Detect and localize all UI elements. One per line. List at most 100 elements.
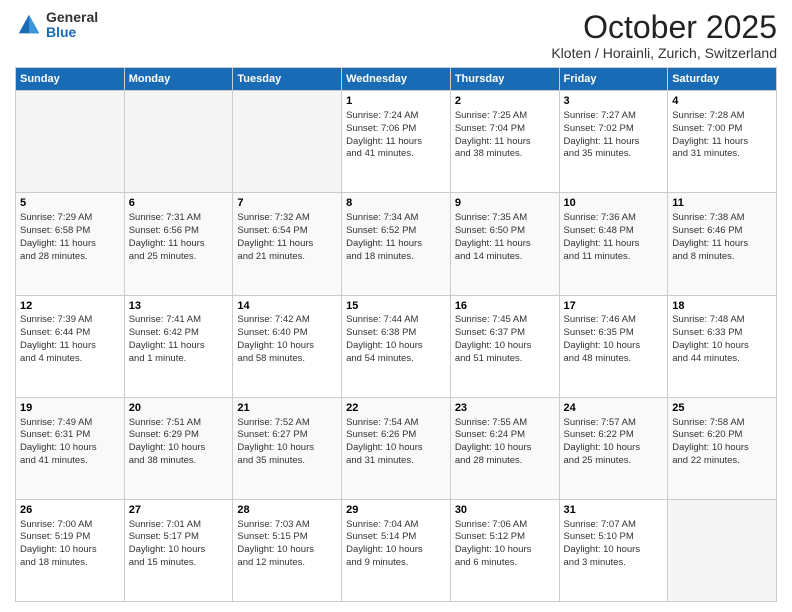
logo-text: General Blue [46,10,98,41]
day-info: Sunrise: 7:58 AM Sunset: 6:20 PM Dayligh… [672,417,772,468]
day-number: 11 [672,196,772,211]
calendar-cell: 16Sunrise: 7:45 AM Sunset: 6:37 PM Dayli… [450,295,559,397]
day-info: Sunrise: 7:51 AM Sunset: 6:29 PM Dayligh… [129,417,229,468]
calendar-cell: 10Sunrise: 7:36 AM Sunset: 6:48 PM Dayli… [559,193,668,295]
day-number: 4 [672,94,772,109]
weekday-header-row: SundayMondayTuesdayWednesdayThursdayFrid… [16,68,777,91]
calendar-cell: 11Sunrise: 7:38 AM Sunset: 6:46 PM Dayli… [668,193,777,295]
day-number: 15 [346,299,446,314]
calendar-cell: 6Sunrise: 7:31 AM Sunset: 6:56 PM Daylig… [124,193,233,295]
day-number: 7 [237,196,337,211]
location: Kloten / Horainli, Zurich, Switzerland [551,45,777,61]
day-number: 13 [129,299,229,314]
logo-blue-text: Blue [46,25,98,40]
calendar-cell: 22Sunrise: 7:54 AM Sunset: 6:26 PM Dayli… [342,397,451,499]
day-number: 21 [237,401,337,416]
day-number: 29 [346,503,446,518]
day-info: Sunrise: 7:39 AM Sunset: 6:44 PM Dayligh… [20,314,120,365]
day-number: 24 [564,401,664,416]
day-info: Sunrise: 7:46 AM Sunset: 6:35 PM Dayligh… [564,314,664,365]
calendar-cell: 29Sunrise: 7:04 AM Sunset: 5:14 PM Dayli… [342,499,451,601]
calendar-cell: 15Sunrise: 7:44 AM Sunset: 6:38 PM Dayli… [342,295,451,397]
day-number: 1 [346,94,446,109]
day-info: Sunrise: 7:31 AM Sunset: 6:56 PM Dayligh… [129,212,229,263]
day-info: Sunrise: 7:57 AM Sunset: 6:22 PM Dayligh… [564,417,664,468]
weekday-header-monday: Monday [124,68,233,91]
calendar-cell: 20Sunrise: 7:51 AM Sunset: 6:29 PM Dayli… [124,397,233,499]
day-info: Sunrise: 7:48 AM Sunset: 6:33 PM Dayligh… [672,314,772,365]
calendar-cell: 26Sunrise: 7:00 AM Sunset: 5:19 PM Dayli… [16,499,125,601]
day-info: Sunrise: 7:52 AM Sunset: 6:27 PM Dayligh… [237,417,337,468]
day-info: Sunrise: 7:55 AM Sunset: 6:24 PM Dayligh… [455,417,555,468]
day-info: Sunrise: 7:36 AM Sunset: 6:48 PM Dayligh… [564,212,664,263]
calendar-cell: 21Sunrise: 7:52 AM Sunset: 6:27 PM Dayli… [233,397,342,499]
logo: General Blue [15,10,98,41]
page: General Blue October 2025 Kloten / Horai… [0,0,792,612]
weekday-header-sunday: Sunday [16,68,125,91]
day-info: Sunrise: 7:34 AM Sunset: 6:52 PM Dayligh… [346,212,446,263]
day-number: 5 [20,196,120,211]
calendar-cell: 14Sunrise: 7:42 AM Sunset: 6:40 PM Dayli… [233,295,342,397]
day-number: 14 [237,299,337,314]
day-info: Sunrise: 7:06 AM Sunset: 5:12 PM Dayligh… [455,519,555,570]
day-number: 10 [564,196,664,211]
day-info: Sunrise: 7:07 AM Sunset: 5:10 PM Dayligh… [564,519,664,570]
calendar-cell: 25Sunrise: 7:58 AM Sunset: 6:20 PM Dayli… [668,397,777,499]
calendar-cell: 30Sunrise: 7:06 AM Sunset: 5:12 PM Dayli… [450,499,559,601]
day-number: 25 [672,401,772,416]
calendar-cell: 23Sunrise: 7:55 AM Sunset: 6:24 PM Dayli… [450,397,559,499]
calendar-cell: 4Sunrise: 7:28 AM Sunset: 7:00 PM Daylig… [668,91,777,193]
day-info: Sunrise: 7:49 AM Sunset: 6:31 PM Dayligh… [20,417,120,468]
day-info: Sunrise: 7:35 AM Sunset: 6:50 PM Dayligh… [455,212,555,263]
day-info: Sunrise: 7:27 AM Sunset: 7:02 PM Dayligh… [564,110,664,161]
calendar-cell [668,499,777,601]
day-number: 6 [129,196,229,211]
calendar-cell [16,91,125,193]
calendar-cell: 5Sunrise: 7:29 AM Sunset: 6:58 PM Daylig… [16,193,125,295]
calendar-cell: 28Sunrise: 7:03 AM Sunset: 5:15 PM Dayli… [233,499,342,601]
weekday-header-saturday: Saturday [668,68,777,91]
calendar-week-4: 19Sunrise: 7:49 AM Sunset: 6:31 PM Dayli… [16,397,777,499]
calendar-week-2: 5Sunrise: 7:29 AM Sunset: 6:58 PM Daylig… [16,193,777,295]
day-number: 2 [455,94,555,109]
calendar-cell: 9Sunrise: 7:35 AM Sunset: 6:50 PM Daylig… [450,193,559,295]
day-info: Sunrise: 7:41 AM Sunset: 6:42 PM Dayligh… [129,314,229,365]
day-number: 19 [20,401,120,416]
calendar-cell: 31Sunrise: 7:07 AM Sunset: 5:10 PM Dayli… [559,499,668,601]
day-info: Sunrise: 7:24 AM Sunset: 7:06 PM Dayligh… [346,110,446,161]
logo-general-text: General [46,10,98,25]
day-info: Sunrise: 7:38 AM Sunset: 6:46 PM Dayligh… [672,212,772,263]
day-info: Sunrise: 7:25 AM Sunset: 7:04 PM Dayligh… [455,110,555,161]
calendar-cell: 27Sunrise: 7:01 AM Sunset: 5:17 PM Dayli… [124,499,233,601]
day-number: 20 [129,401,229,416]
calendar-week-1: 1Sunrise: 7:24 AM Sunset: 7:06 PM Daylig… [16,91,777,193]
calendar-table: SundayMondayTuesdayWednesdayThursdayFrid… [15,67,777,602]
day-number: 22 [346,401,446,416]
day-info: Sunrise: 7:29 AM Sunset: 6:58 PM Dayligh… [20,212,120,263]
calendar-cell: 24Sunrise: 7:57 AM Sunset: 6:22 PM Dayli… [559,397,668,499]
calendar-cell: 8Sunrise: 7:34 AM Sunset: 6:52 PM Daylig… [342,193,451,295]
day-info: Sunrise: 7:01 AM Sunset: 5:17 PM Dayligh… [129,519,229,570]
header: General Blue October 2025 Kloten / Horai… [15,10,777,61]
day-info: Sunrise: 7:03 AM Sunset: 5:15 PM Dayligh… [237,519,337,570]
weekday-header-friday: Friday [559,68,668,91]
calendar-cell: 3Sunrise: 7:27 AM Sunset: 7:02 PM Daylig… [559,91,668,193]
calendar-cell: 2Sunrise: 7:25 AM Sunset: 7:04 PM Daylig… [450,91,559,193]
calendar-cell: 13Sunrise: 7:41 AM Sunset: 6:42 PM Dayli… [124,295,233,397]
calendar-cell: 7Sunrise: 7:32 AM Sunset: 6:54 PM Daylig… [233,193,342,295]
calendar-week-5: 26Sunrise: 7:00 AM Sunset: 5:19 PM Dayli… [16,499,777,601]
calendar-cell: 19Sunrise: 7:49 AM Sunset: 6:31 PM Dayli… [16,397,125,499]
day-info: Sunrise: 7:28 AM Sunset: 7:00 PM Dayligh… [672,110,772,161]
calendar-cell [233,91,342,193]
weekday-header-wednesday: Wednesday [342,68,451,91]
day-number: 27 [129,503,229,518]
calendar-cell: 12Sunrise: 7:39 AM Sunset: 6:44 PM Dayli… [16,295,125,397]
day-info: Sunrise: 7:00 AM Sunset: 5:19 PM Dayligh… [20,519,120,570]
day-number: 9 [455,196,555,211]
logo-icon [15,11,43,39]
day-info: Sunrise: 7:54 AM Sunset: 6:26 PM Dayligh… [346,417,446,468]
calendar-cell [124,91,233,193]
day-number: 12 [20,299,120,314]
calendar-cell: 17Sunrise: 7:46 AM Sunset: 6:35 PM Dayli… [559,295,668,397]
day-info: Sunrise: 7:45 AM Sunset: 6:37 PM Dayligh… [455,314,555,365]
